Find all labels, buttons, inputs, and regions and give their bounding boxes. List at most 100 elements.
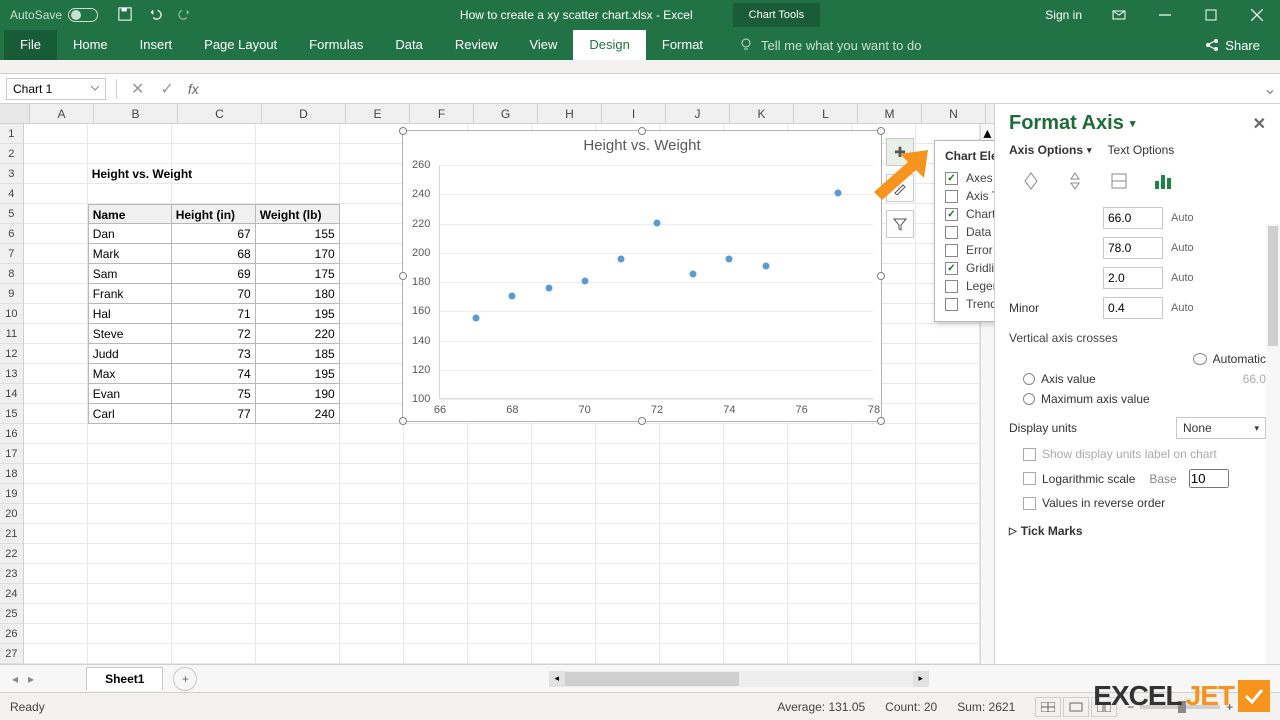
data-point[interactable] [473, 314, 480, 321]
col-A[interactable]: A [30, 104, 94, 123]
tab-file[interactable]: File [4, 30, 57, 60]
scroll-left-icon[interactable]: ◂ [549, 671, 565, 687]
expand-formula-icon[interactable]: ⌄ [1260, 79, 1280, 99]
col-B[interactable]: B [94, 104, 178, 123]
sheet-nav[interactable]: ◂▸ [0, 672, 46, 686]
select-all-corner[interactable] [0, 104, 30, 123]
tick-marks-section[interactable]: ▷ Tick Marks [1009, 514, 1266, 538]
chart-styles-button[interactable] [886, 174, 914, 202]
resize-handle[interactable] [399, 272, 407, 280]
col-H[interactable]: H [538, 104, 602, 123]
tab-insert[interactable]: Insert [124, 30, 189, 60]
bounds-min-input[interactable] [1103, 207, 1163, 229]
row-header[interactable]: 19 [0, 484, 23, 504]
radio-axis-value[interactable]: Axis value66.0 [1009, 369, 1266, 389]
embedded-chart[interactable]: Height vs. Weight 1001201401601802002202… [402, 130, 882, 422]
tab-view[interactable]: View [513, 30, 573, 60]
enter-icon[interactable]: ✓ [160, 79, 173, 99]
bounds-max-input[interactable] [1103, 237, 1163, 259]
fx-icon[interactable]: fx [184, 81, 203, 97]
row-header[interactable]: 12 [0, 344, 23, 364]
signin-button[interactable]: Sign in [1031, 8, 1096, 22]
row-header[interactable]: 4 [0, 184, 23, 204]
col-F[interactable]: F [410, 104, 474, 123]
col-D[interactable]: D [262, 104, 346, 123]
formula-input[interactable] [203, 78, 1260, 100]
display-units-select[interactable]: None▾ [1176, 417, 1266, 439]
undo-icon[interactable] [148, 7, 162, 24]
resize-handle[interactable] [877, 417, 885, 425]
row-header[interactable]: 17 [0, 444, 23, 464]
row-header[interactable]: 11 [0, 324, 23, 344]
resize-handle[interactable] [877, 127, 885, 135]
next-sheet-icon[interactable]: ▸ [28, 672, 34, 686]
fill-line-icon[interactable] [1019, 169, 1043, 193]
chart-elements-button[interactable]: ✚ [886, 138, 914, 166]
row-header[interactable]: 9 [0, 284, 23, 304]
row-header[interactable]: 18 [0, 464, 23, 484]
row-header[interactable]: 22 [0, 544, 23, 564]
col-M[interactable]: M [858, 104, 922, 123]
redo-icon[interactable] [178, 7, 192, 24]
scroll-right-icon[interactable]: ▸ [913, 671, 929, 687]
row-header[interactable]: 14 [0, 384, 23, 404]
row-header[interactable]: 20 [0, 504, 23, 524]
pane-close-icon[interactable]: ✕ [1253, 114, 1266, 134]
add-sheet-button[interactable]: + [173, 667, 197, 691]
autosave-toggle[interactable]: AutoSave [0, 8, 108, 22]
plot-area[interactable]: 1001201401601802002202402606668707274767… [439, 165, 873, 399]
page-layout-view-icon[interactable] [1063, 697, 1089, 717]
maximize-icon[interactable] [1188, 0, 1234, 30]
prev-sheet-icon[interactable]: ◂ [12, 672, 18, 686]
share-button[interactable]: Share [1185, 38, 1280, 53]
row-header[interactable]: 13 [0, 364, 23, 384]
tab-format[interactable]: Format [646, 30, 719, 60]
minimize-icon[interactable] [1142, 0, 1188, 30]
col-G[interactable]: G [474, 104, 538, 123]
row-header[interactable]: 25 [0, 604, 23, 624]
pane-tab-text-options[interactable]: Text Options [1108, 143, 1175, 157]
data-point[interactable] [654, 219, 661, 226]
radio-automatic[interactable]: Automatic [1009, 349, 1266, 369]
log-scale-check[interactable]: Logarithmic scaleBase [1009, 465, 1266, 492]
cancel-icon[interactable]: ✕ [131, 79, 144, 99]
row-header[interactable]: 7 [0, 244, 23, 264]
tab-home[interactable]: Home [57, 30, 124, 60]
tab-data[interactable]: Data [379, 30, 438, 60]
row-header[interactable]: 26 [0, 624, 23, 644]
chart-title[interactable]: Height vs. Weight [403, 131, 881, 160]
save-icon[interactable] [118, 7, 132, 24]
radio-max-value[interactable]: Maximum axis value [1009, 389, 1266, 409]
row-header[interactable]: 5 [0, 204, 23, 224]
data-point[interactable] [617, 256, 624, 263]
row-header[interactable]: 6 [0, 224, 23, 244]
units-major-input[interactable] [1103, 267, 1163, 289]
tab-design[interactable]: Design [573, 30, 645, 60]
reverse-order-check[interactable]: Values in reverse order [1009, 492, 1266, 514]
col-K[interactable]: K [730, 104, 794, 123]
ribbon-display-icon[interactable] [1096, 0, 1142, 30]
row-header[interactable]: 27 [0, 644, 23, 664]
hscroll-thumb[interactable] [565, 672, 739, 686]
data-point[interactable] [690, 270, 697, 277]
row-header[interactable]: 8 [0, 264, 23, 284]
resize-handle[interactable] [877, 272, 885, 280]
col-L[interactable]: L [794, 104, 858, 123]
name-box[interactable]: Chart 1 [6, 78, 106, 100]
resize-handle[interactable] [399, 417, 407, 425]
row-header[interactable]: 15 [0, 404, 23, 424]
col-C[interactable]: C [178, 104, 262, 123]
data-point[interactable] [545, 285, 552, 292]
row-header[interactable]: 3 [0, 164, 23, 184]
row-header[interactable]: 23 [0, 564, 23, 584]
data-point[interactable] [834, 190, 841, 197]
log-base-input[interactable] [1189, 469, 1229, 488]
pane-tab-axis-options[interactable]: Axis Options ▾ [1009, 143, 1092, 157]
chart-filters-button[interactable] [886, 210, 914, 238]
row-header[interactable]: 10 [0, 304, 23, 324]
resize-handle[interactable] [638, 127, 646, 135]
row-header[interactable]: 16 [0, 424, 23, 444]
sheet-tab[interactable]: Sheet1 [86, 667, 163, 690]
pane-scrollbar[interactable] [1266, 224, 1280, 664]
tab-review[interactable]: Review [439, 30, 514, 60]
